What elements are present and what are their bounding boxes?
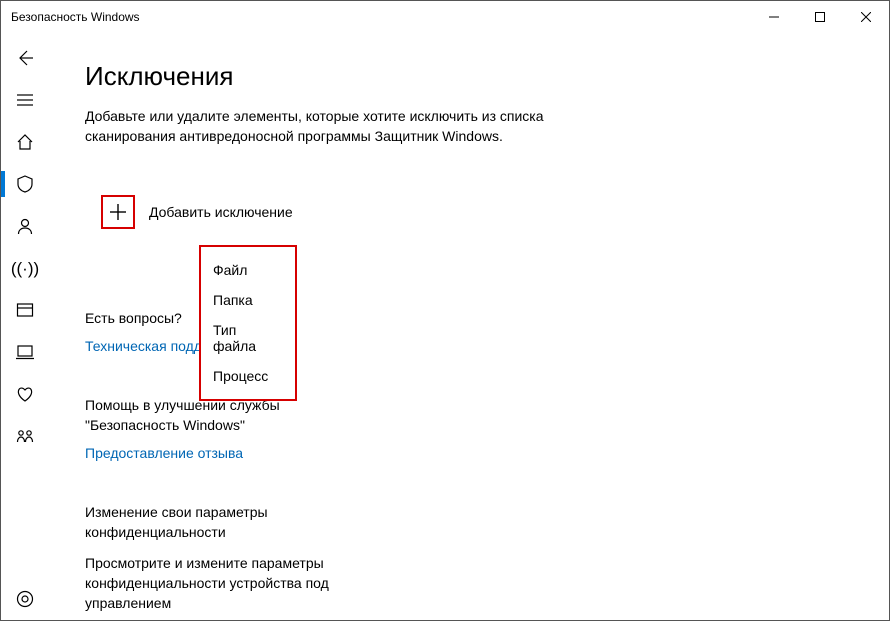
network-icon: ((·)) <box>11 260 39 277</box>
page-title: Исключения <box>85 61 849 92</box>
add-exclusion-label: Добавить исключение <box>149 204 293 220</box>
sidebar-item-virus-protection[interactable] <box>1 163 49 205</box>
window-controls <box>751 1 889 33</box>
back-arrow-icon <box>16 49 34 67</box>
window-root: Безопасность Windows <box>0 0 890 621</box>
privacy-body: Просмотрите и измените параметры конфиде… <box>85 553 345 614</box>
close-button[interactable] <box>843 1 889 33</box>
sidebar-item-home[interactable] <box>1 121 49 163</box>
plus-icon <box>109 203 127 221</box>
maximize-button[interactable] <box>797 1 843 33</box>
heart-icon <box>16 385 34 403</box>
family-icon <box>16 427 34 445</box>
close-icon <box>861 12 871 22</box>
sidebar: ((·)) <box>1 33 49 620</box>
gear-icon <box>16 590 34 608</box>
sidebar-item-firewall[interactable]: ((·)) <box>1 247 49 289</box>
hamburger-icon <box>16 91 34 109</box>
add-exclusion-button[interactable] <box>101 195 135 229</box>
minimize-button[interactable] <box>751 1 797 33</box>
sidebar-item-settings[interactable] <box>1 578 49 620</box>
device-icon <box>16 343 34 361</box>
feedback-section: Помощь в улучшении службы "Безопасность … <box>85 396 345 461</box>
dropdown-item-file[interactable]: Файл <box>201 255 295 285</box>
dropdown-item-process[interactable]: Процесс <box>201 361 295 391</box>
sidebar-item-device-performance[interactable] <box>1 373 49 415</box>
person-icon <box>16 217 34 235</box>
content-area: Исключения Добавьте или удалите элементы… <box>49 33 889 620</box>
sidebar-item-account-protection[interactable] <box>1 205 49 247</box>
titlebar: Безопасность Windows <box>1 1 889 33</box>
sidebar-item-family-options[interactable] <box>1 415 49 457</box>
home-icon <box>16 133 34 151</box>
dropdown-item-folder[interactable]: Папка <box>201 285 295 315</box>
add-exclusion-dropdown: Файл Папка Тип файла Процесс <box>199 245 297 401</box>
page-description: Добавьте или удалите элементы, которые х… <box>85 106 565 147</box>
back-button[interactable] <box>1 37 49 79</box>
app-control-icon <box>16 301 34 319</box>
hamburger-button[interactable] <box>1 79 49 121</box>
sidebar-item-device-security[interactable] <box>1 331 49 373</box>
privacy-section: Изменение свои параметры конфиденциально… <box>85 503 345 613</box>
shield-icon <box>16 175 34 193</box>
body: ((·)) Исключения Добавьте или удалите эл… <box>1 33 889 620</box>
dropdown-item-file-type[interactable]: Тип файла <box>201 315 295 361</box>
sidebar-item-app-browser-control[interactable] <box>1 289 49 331</box>
privacy-heading: Изменение свои параметры конфиденциально… <box>85 503 345 542</box>
add-exclusion-row: Добавить исключение <box>101 195 849 229</box>
maximize-icon <box>815 12 825 22</box>
window-title: Безопасность Windows <box>11 10 140 24</box>
feedback-link[interactable]: Предоставление отзыва <box>85 445 345 461</box>
feedback-heading: Помощь в улучшении службы "Безопасность … <box>85 396 345 435</box>
minimize-icon <box>769 12 779 22</box>
